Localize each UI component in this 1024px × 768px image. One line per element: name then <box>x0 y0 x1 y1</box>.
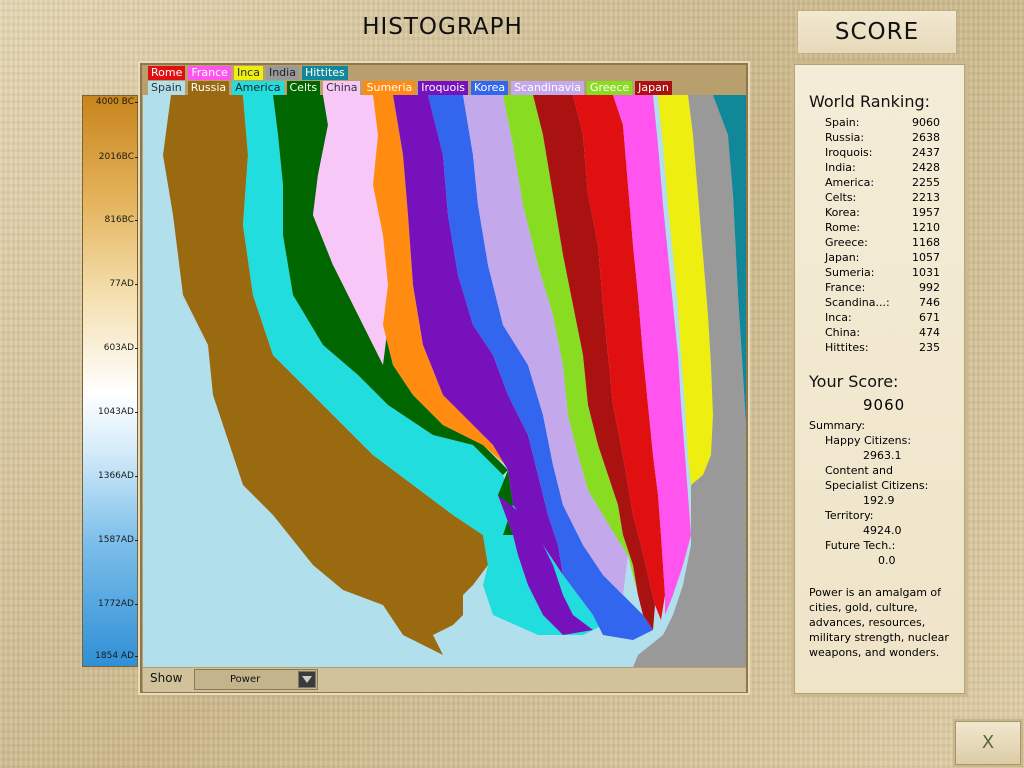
ranking-score: 235 <box>919 341 940 354</box>
ranking-score: 1210 <box>912 221 940 234</box>
ranking-row: Russia: 2638 <box>825 130 940 145</box>
ranking-score: 671 <box>919 311 940 324</box>
legend-france: France <box>188 66 231 80</box>
content-citizens-label-1: Content and <box>825 464 893 477</box>
ranking-row: Sumeria: 1031 <box>825 265 940 280</box>
power-note: Power is an amalgam of cities, gold, cul… <box>809 586 949 659</box>
content-citizens-label-2: Specialist Citizens: <box>825 479 929 492</box>
ranking-row: Rome: 1210 <box>825 220 940 235</box>
territory-label: Territory: <box>825 509 874 522</box>
legend-rome: Rome <box>148 66 186 80</box>
ranking-row: Japan: 1057 <box>825 250 940 265</box>
ranking-row: Greece: 1168 <box>825 235 940 250</box>
timeline-tick: 816BC <box>104 215 139 225</box>
legend-india: India <box>265 66 299 80</box>
ranking-name: Inca: <box>825 311 852 324</box>
ranking-name: Hittites: <box>825 341 869 354</box>
ranking-score: 1031 <box>912 266 940 279</box>
timeline-tick: 4000 BC <box>95 97 139 107</box>
your-score-value: 9060 <box>863 396 906 414</box>
legend-sumeria: Sumeria <box>363 81 416 95</box>
ranking-row: America: 2255 <box>825 175 940 190</box>
histograph-streams <box>143 95 746 667</box>
ranking-score: 1957 <box>912 206 940 219</box>
ranking-row: Korea: 1957 <box>825 205 940 220</box>
legend-row-bottom: Spain Russia America Celts China Sumeria Iroqu… <box>148 81 672 95</box>
score-tab[interactable]: SCORE <box>797 10 957 54</box>
exit-button[interactable]: X <box>955 721 1021 765</box>
ranking-score: 474 <box>919 326 940 339</box>
ranking-score: 1057 <box>912 251 940 264</box>
ranking-name: Sumeria: <box>825 266 875 279</box>
territory-value: 4924.0 <box>863 524 902 537</box>
histograph-title: HISTOGRAPH <box>362 14 523 40</box>
ranking-row: Scandina...: 746 <box>825 295 940 310</box>
legend-inca: Inca <box>233 66 263 80</box>
timeline-tick: 1366AD <box>98 471 138 481</box>
legend-russia: Russia <box>187 81 230 95</box>
timeline-scale: 4000 BC 2016BC 816BC 77AD 603AD 1043AD 1366AD 1… <box>82 95 139 667</box>
timeline-tick: 1043AD <box>98 407 138 417</box>
legend-spain: Spain <box>148 81 185 95</box>
happy-citizens-value: 2963.1 <box>863 449 902 462</box>
chevron-down-icon[interactable] <box>298 671 316 688</box>
ranking-name: Japan: <box>825 251 860 264</box>
ranking-row: India: 2428 <box>825 160 940 175</box>
ranking-score: 2638 <box>912 131 940 144</box>
legend-row-top: Rome France Inca India Hittites <box>148 66 348 80</box>
timeline-tick: 1854 AD <box>95 651 138 661</box>
summary-label: Summary: <box>809 419 866 432</box>
content-citizens-value: 192.9 <box>863 494 895 507</box>
legend-hittites: Hittites <box>301 66 348 80</box>
ranking-name: France: <box>825 281 866 294</box>
ranking-row: Celts: 2213 <box>825 190 940 205</box>
ranking-row: Spain: 9060 <box>825 115 940 130</box>
ranking-name: Rome: <box>825 221 861 234</box>
legend-scandinavia: Scandinavia <box>511 81 584 95</box>
ranking-name: Korea: <box>825 206 860 219</box>
timeline-tick: 2016BC <box>98 152 139 162</box>
future-tech-value: 0.0 <box>878 554 896 567</box>
ranking-score: 746 <box>919 296 940 309</box>
ranking-score: 2428 <box>912 161 940 174</box>
ranking-name: China: <box>825 326 861 339</box>
legend-korea: Korea <box>470 81 509 95</box>
legend-china: China <box>323 81 361 95</box>
ranking-name: India: <box>825 161 856 174</box>
ranking-row: China: 474 <box>825 325 940 340</box>
ranking-score: 1168 <box>912 236 940 249</box>
score-panel: World Ranking: Spain: 9060 Russia: 2638 Iroq… <box>794 64 965 694</box>
timeline-tick: 1587AD <box>98 535 138 545</box>
legend-celts: Celts <box>286 81 321 95</box>
ranking-score: 9060 <box>912 116 940 129</box>
ranking-score: 2437 <box>912 146 940 159</box>
future-tech-label: Future Tech.: <box>825 539 896 552</box>
show-label: Show <box>150 671 183 685</box>
happy-citizens-label: Happy Citizens: <box>825 434 912 447</box>
ranking-name: Russia: <box>825 131 865 144</box>
timeline-tick: 603AD <box>103 343 139 353</box>
world-ranking-title: World Ranking: <box>809 92 931 111</box>
ranking-score: 2213 <box>912 191 940 204</box>
ranking-row: Iroquois: 2437 <box>825 145 940 160</box>
legend-iroquois: Iroquois <box>418 81 468 95</box>
ranking-row: Hittites: 235 <box>825 340 940 355</box>
legend-japan: Japan <box>635 81 672 95</box>
ranking-row: Inca: 671 <box>825 310 940 325</box>
ranking-name: Iroquois: <box>825 146 873 159</box>
ranking-name: Spain: <box>825 116 860 129</box>
legend-america: America <box>232 81 284 95</box>
ranking-row: France: 992 <box>825 280 940 295</box>
ranking-name: Greece: <box>825 236 868 249</box>
ranking-score: 2255 <box>912 176 940 189</box>
histograph-plot <box>143 95 746 667</box>
timeline-tick: 1772AD <box>98 599 138 609</box>
ranking-name: Celts: <box>825 191 857 204</box>
timeline-tick: 77AD <box>109 279 138 289</box>
ranking-score: 992 <box>919 281 940 294</box>
ranking-name: America: <box>825 176 875 189</box>
ranking-name: Scandina...: <box>825 296 890 309</box>
legend-greece: Greece <box>586 81 633 95</box>
your-score-title: Your Score: <box>809 372 899 391</box>
